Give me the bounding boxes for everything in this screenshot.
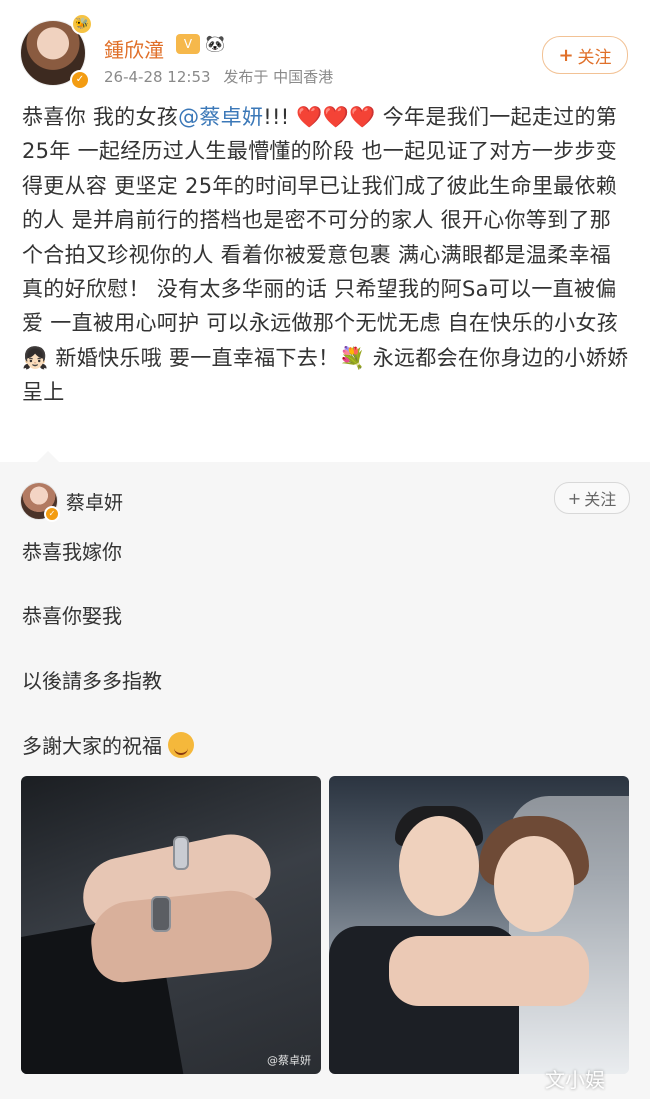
post-text-2: !!! [263,105,297,129]
weibo-post: 🐝 ✓ 鍾欣潼 V 🐼 26-4-28 12:53 发布于 中国香港 + 关注 … [0,0,650,462]
heart-icon: ❤️❤️❤️ [296,105,376,129]
photo-watermark: @蔡卓妍 [267,1054,311,1067]
repost-line-2: 恭喜你娶我 [22,604,122,628]
repost-follow-button[interactable]: + 关注 [554,482,630,514]
plus-icon: + [567,488,582,508]
follow-label: 关注 [577,47,612,68]
repost-card[interactable]: ✓ 蔡卓妍 + 关注 恭喜我嫁你 恭喜你娶我 以後請多多指教 多謝大家的祝福 @… [0,462,650,1099]
bee-badge-icon: 🐝 [71,13,93,35]
mention-link[interactable]: @蔡卓妍 [178,105,263,129]
repost-follow-label: 关注 [584,490,617,509]
post-timestamp: 26-4-28 12:53 [104,68,211,86]
plus-icon: + [558,44,574,66]
face-shape [399,816,479,916]
repost-line-1: 恭喜我嫁你 [22,540,122,564]
ring-shape [151,896,171,932]
ring-shape [173,836,189,870]
post-content: 恭喜你 我的女孩@蔡卓妍!!! ❤️❤️❤️ 今年是我们一起走过的第25年 一起… [22,100,632,410]
face-shape [494,836,574,932]
repost-line-4-text: 多謝大家的祝福 [22,734,162,758]
verified-badge-icon: ✓ [44,506,60,522]
post-meta: 26-4-28 12:53 发布于 中国香港 [104,66,341,87]
photo-couple[interactable] [329,776,629,1074]
vip-badge-icon: V [176,34,200,54]
verified-badge-icon: ✓ [70,70,90,90]
repost-author-name[interactable]: 蔡卓妍 [66,488,123,515]
repost-line-3: 以後請多多指教 [22,669,162,693]
panda-badge-icon: 🐼 [205,34,225,53]
post-text-3: 今年是我们一起走过的第25年 一起经历过人生最懵懂的阶段 也一起见证了对方一步步… [22,105,629,405]
smiling-face-icon [168,732,194,758]
post-text-1: 恭喜你 我的女孩 [22,105,179,129]
author-name[interactable]: 鍾欣潼 [104,34,164,63]
repost-line-4: 多謝大家的祝福 [22,730,194,759]
site-watermark: 文小娱 [545,1068,605,1092]
photo-rings[interactable]: @蔡卓妍 [21,776,321,1074]
follow-button[interactable]: + 关注 [542,36,628,74]
post-location: 发布于 中国香港 [223,68,334,86]
hands-shape [389,936,589,1006]
